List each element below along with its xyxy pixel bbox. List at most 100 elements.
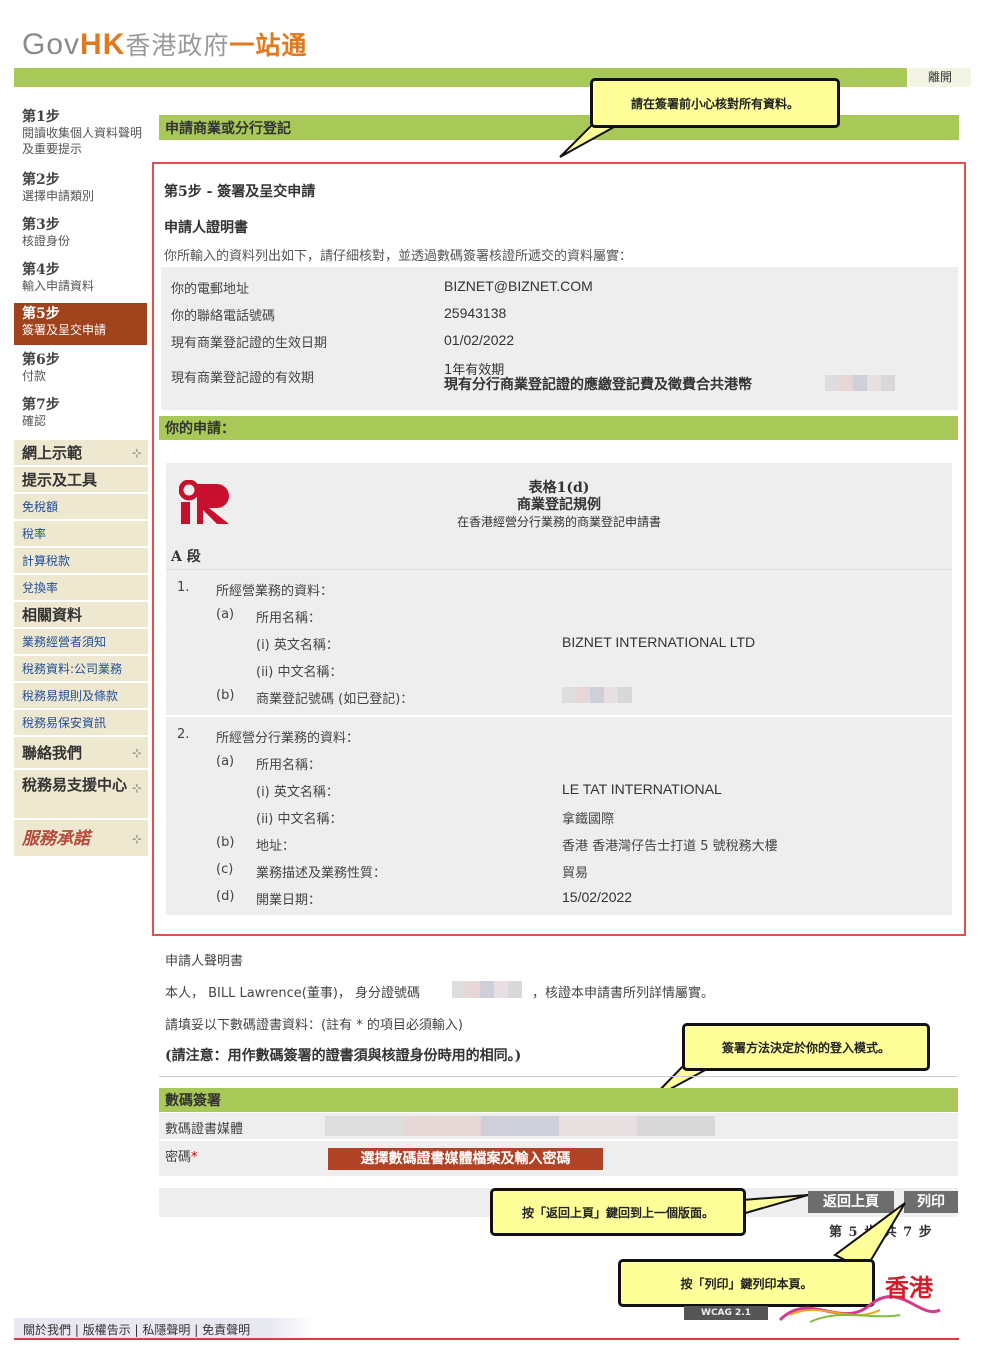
- fee-text: 現有分行商業登記證的應繳登記費及徵費合共港幣: [444, 377, 752, 393]
- branch-chinese-name-value: 拿鐵國際: [562, 812, 615, 827]
- expand-icon: ⊹: [131, 446, 142, 460]
- step-num: 第6步: [22, 352, 60, 368]
- menu-related-info: 相關資料: [14, 602, 148, 629]
- menu-allowances[interactable]: 免稅額: [14, 494, 148, 521]
- menu-label: 稅務易規則及條款: [22, 689, 119, 703]
- menu-business-notes[interactable]: 業務經營者須知: [14, 629, 148, 656]
- callout-back: 按「返回上頁」鍵回到上一個版面。: [490, 1188, 746, 1236]
- menu-exchange-rates[interactable]: 兌換率: [14, 575, 148, 602]
- commencement-date-value: 15/02/2022: [562, 889, 633, 905]
- form-part-a: A 段: [171, 549, 201, 565]
- item-letter: (b): [216, 688, 235, 703]
- info-value-email: BIZNET@BIZNET.COM: [444, 278, 593, 294]
- brand-hk-text: 香港: [885, 1273, 933, 1302]
- cert-media-label: 數碼證書媒體: [165, 1122, 244, 1137]
- select-cert-button[interactable]: 選擇數碼證書媒體檔案及輸入密碼: [328, 1148, 603, 1170]
- statement-title: 申請人聲明書: [165, 954, 244, 969]
- menu-security-info[interactable]: 稅務易保安資訊: [14, 710, 148, 737]
- menu-service-pledge[interactable]: 服務承諾 ⊹: [14, 820, 148, 858]
- section-number: 2.: [177, 727, 190, 742]
- digital-sign-bar: 數碼簽署: [159, 1088, 958, 1112]
- expand-icon: ⊹: [131, 781, 142, 795]
- form-subtitle: 商業登記規例: [517, 497, 601, 513]
- sidebar-step-2: 第2步 選擇申請類別: [22, 172, 147, 204]
- callout-check-info: 請在簽署前小心核對所有資料。: [590, 78, 840, 128]
- sidebar-step-3: 第3步 核證身份: [22, 217, 147, 249]
- sidebar-step-1: 第1步 閱讀收集個人資料聲明及重要提示: [22, 109, 147, 157]
- expand-icon: ⊹: [131, 832, 142, 846]
- item-letter: (b): [216, 835, 235, 850]
- commencement-date-label: 開業日期：: [256, 893, 322, 908]
- menu-support-centre[interactable]: 稅務易支援中心 ⊹: [14, 770, 148, 820]
- menu-label: 稅率: [22, 527, 47, 541]
- menu-label: 免稅額: [22, 500, 59, 514]
- menu-label: 業務經營者須知: [22, 635, 107, 649]
- footer-copyright-link[interactable]: 版權告示: [83, 1323, 131, 1337]
- step-num: 第3步: [22, 217, 60, 233]
- logo-cn1: 香港政府: [125, 31, 230, 60]
- name-used-label: 所用名稱：: [256, 611, 322, 626]
- item-letter: (a): [216, 607, 235, 622]
- print-button[interactable]: 列印: [904, 1191, 958, 1213]
- footer-privacy-link[interactable]: 私隱聲明: [142, 1323, 190, 1337]
- password-label: 密碼*: [165, 1146, 198, 1165]
- business-nature-value: 貿易: [562, 866, 589, 881]
- declaration-intro: 你所輸入的資料列出如下，請仔細核對，並透過數碼簽署核證所遞交的資料屬實：: [164, 249, 633, 264]
- branch-name-used-label: 所用名稱：: [256, 758, 322, 773]
- govhk-logo[interactable]: GovHK香港政府一站通: [22, 26, 307, 62]
- callout-sign-method: 簽署方法決定於你的登入模式。: [682, 1023, 930, 1071]
- your-application-bar: 你的申請：: [159, 416, 958, 440]
- footer-links: 關於我們 | 版權告示 | 私隱聲明 | 免責聲明: [14, 1318, 314, 1338]
- item-letter: (d): [216, 889, 235, 904]
- item-letter: (a): [216, 754, 235, 769]
- logo-cn2: 一站通: [229, 31, 308, 60]
- footer-rule: [14, 1338, 959, 1340]
- step-desc: 付款: [22, 369, 47, 383]
- step-desc: 核證身份: [22, 234, 71, 248]
- step-num: 第1步: [22, 109, 60, 125]
- menu-tax-rates[interactable]: 稅率: [14, 521, 148, 548]
- section-title: 申請商業或分行登記: [165, 121, 291, 137]
- logout-link[interactable]: 離開: [907, 68, 971, 87]
- wcag-badge[interactable]: WCAG 2.1: [684, 1306, 768, 1320]
- logo-hk: HK: [80, 28, 126, 61]
- fill-note: 請填妥以下數碼證書資料：(註有 * 的項目必須輸入): [165, 1018, 463, 1033]
- info-label-effective-date: 現有商業登記證的生效日期: [171, 336, 328, 351]
- menu-label: 稅務易支援中心: [22, 776, 128, 794]
- expand-icon: ⊹: [131, 746, 142, 760]
- business-info-label: 所經營業務的資料：: [216, 584, 334, 599]
- footer-disclaimer-link[interactable]: 免責聲明: [202, 1323, 250, 1337]
- fee-amount-redacted: [825, 375, 895, 391]
- info-label-phone: 你的聯絡電話號碼: [171, 309, 276, 324]
- your-application-title: 你的申請：: [165, 421, 235, 437]
- menu-label: 稅務資料:公司業務: [22, 662, 123, 676]
- menu-label: 服務承諾: [22, 829, 90, 849]
- menu-contact-us[interactable]: 聯絡我們 ⊹: [14, 737, 148, 770]
- menu-label: 網上示範: [22, 444, 83, 462]
- step-num: 第5步: [22, 306, 60, 322]
- step-num: 第2步: [22, 172, 60, 188]
- menu-label: 兌換率: [22, 581, 59, 595]
- section-number: 1.: [177, 580, 190, 595]
- business-nature-label: 業務描述及業務性質：: [256, 866, 387, 881]
- info-value-phone: 25943138: [444, 305, 507, 321]
- statement-post: ，核證本申請書所列詳情屬實。: [532, 986, 715, 1001]
- br-number-label: 商業登記號碼 (如已登記)：: [256, 692, 414, 707]
- step-desc: 簽署及呈交申請: [22, 323, 107, 337]
- sidebar-step-4: 第4步 輸入申請資料: [22, 262, 147, 294]
- step-title: 第5步 - 簽署及呈交申請: [164, 184, 316, 200]
- info-label-email: 你的電郵地址: [171, 282, 250, 297]
- menu-tax-info-company[interactable]: 稅務資料:公司業務: [14, 656, 148, 683]
- sidebar-step-5-active: 第5步 簽署及呈交申請: [14, 303, 147, 345]
- required-star: *: [191, 1150, 198, 1165]
- info-label-validity: 現有商業登記證的有效期: [171, 371, 315, 386]
- menu-compute-tax[interactable]: 計算稅款: [14, 548, 148, 575]
- info-value-effective-date: 01/02/2022: [444, 332, 515, 348]
- menu-online-demo[interactable]: 網上示範 ⊹: [14, 440, 148, 467]
- step-desc: 輸入申請資料: [22, 279, 95, 293]
- branch-chinese-name-label: (ii) 中文名稱：: [256, 812, 343, 827]
- step-num: 第7步: [22, 397, 60, 413]
- branch-english-name-label: (i) 英文名稱：: [256, 785, 339, 800]
- footer-about-link[interactable]: 關於我們: [23, 1323, 71, 1337]
- menu-terms[interactable]: 稅務易規則及條款: [14, 683, 148, 710]
